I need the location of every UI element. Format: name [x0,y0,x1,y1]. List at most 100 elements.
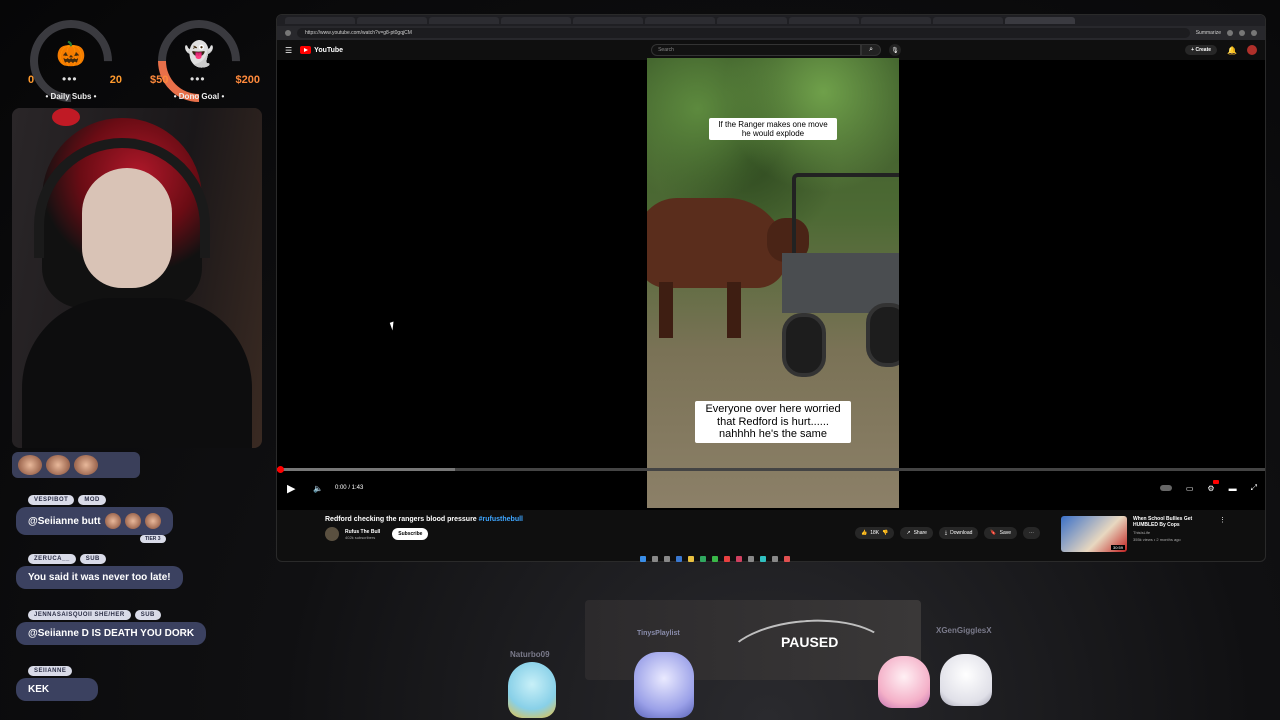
recommended-thumbnail[interactable]: 30:59 [1061,516,1127,552]
app-icon[interactable] [772,556,778,562]
bull [647,198,809,338]
role-tag: SUB [134,610,161,620]
play-icon[interactable]: ▶ [287,482,301,495]
player-controls: ▶ 🔈 0:00 / 1:43 ▭ ⚙ ▬ ⤢ [277,478,1265,498]
subtitles-icon[interactable]: ▭ [1186,484,1194,493]
hashtag-link[interactable]: #rufusthebull [479,516,523,523]
fullscreen-icon[interactable]: ⤢ [1251,483,1257,493]
recommended-title[interactable]: When School Bullies Get HUMBLED By Cops [1133,516,1213,528]
autoplay-toggle[interactable] [1159,485,1172,491]
knight-mascot-icon [634,652,694,718]
stream-overlay: 🎃 0 ••• 20 • Daily Subs • 👻 $50 ••• $200… [0,0,1280,720]
chat-text: @Seiianne D IS DEATH YOU DORK [28,628,195,639]
like-button[interactable]: 👍 18K 👎 [855,527,895,539]
download-button[interactable]: ⤓ Download [938,527,979,539]
browser-tab[interactable] [357,17,427,24]
viewer-name: Naturbo09 [510,650,550,659]
bookmark-icon: 🔖 [990,530,997,536]
streamer-body [22,298,252,448]
tab-strip [277,15,1265,26]
chat-text: KEK [28,684,50,695]
search-icon[interactable]: ⌕ [861,44,882,56]
browser-tab[interactable] [645,17,715,24]
chat-text: @Seiianne butt [28,515,101,527]
app-icon[interactable] [700,556,706,562]
browser-tab[interactable] [789,17,859,24]
app-icon[interactable] [784,556,790,562]
browser-tab[interactable] [933,17,1003,24]
address-bar: https://www.youtube.com/watch?v=g8-pt0gq… [277,26,1265,40]
kebab-menu-icon[interactable]: ⋮ [1219,516,1226,552]
goal-max: $200 [235,74,260,86]
extension-icon[interactable] [1227,30,1233,36]
folder-icon[interactable] [688,556,694,562]
extension-icon[interactable] [1239,30,1245,36]
hamburger-menu-icon[interactable]: ☰ [285,46,292,55]
hd-badge [1212,479,1219,484]
app-icon[interactable] [748,556,754,562]
start-icon[interactable] [640,556,646,562]
goal-label: • Dono Goal • [173,92,225,101]
profile-icon[interactable] [1251,30,1257,36]
share-button[interactable]: ↗ Share [900,527,933,539]
viewer-name: XGenGigglesX [936,626,992,635]
taskview-icon[interactable] [664,556,670,562]
video-actions: 👍 18K 👎 ↗ Share ⤓ Download 🔖 Save ⋯ [855,527,1041,539]
emote-icon [104,513,121,529]
browser-tab[interactable] [501,17,571,24]
subscribe-button[interactable]: Subscribe [392,528,429,540]
search-input[interactable]: Search [651,44,862,56]
microphone-icon[interactable]: 🎙 [889,44,902,56]
app-icon[interactable] [724,556,730,562]
app-icon[interactable] [676,556,682,562]
emote-icon [124,513,141,529]
progress-bar[interactable] [277,466,1265,473]
recommended-video[interactable]: 30:59 When School Bullies Get HUMBLED By… [1061,516,1226,552]
save-button[interactable]: 🔖 Save [984,527,1018,539]
url-field[interactable]: https://www.youtube.com/watch?v=g8-pt0gq… [297,28,1190,38]
pumpkin-icon: 🎃 [56,41,86,68]
avatar[interactable] [1247,45,1257,55]
video-player[interactable]: If the Ranger makes one move he would ex… [277,58,1265,510]
channel-subs: 402k subscribers [345,534,376,540]
bell-icon[interactable]: 🔔 [1227,46,1237,55]
settings-icon[interactable]: ⚙ [1207,479,1219,493]
app-icon[interactable] [760,556,766,562]
app-icon[interactable] [736,556,742,562]
video-duration: 30:59 [1110,545,1125,550]
youtube-logo[interactable]: YouTube [300,46,343,54]
share-icon: ↗ [906,530,911,536]
channel-name[interactable]: Rufus The Bull [345,529,380,535]
ghost-icon: 👻 [184,41,214,68]
video-caption-top: If the Ranger makes one move he would ex… [709,118,837,141]
back-icon[interactable] [285,30,291,36]
theater-mode-icon[interactable]: ▬ [1229,484,1237,493]
chat-bubble: @Seiianne butt [16,507,173,535]
video-frame[interactable]: If the Ranger makes one move he would ex… [647,58,899,508]
more-options-button[interactable]: ⋯ [1023,527,1041,539]
youtube-header: ☰ YouTube Search ⌕ 🎙 + Create 🔔 [277,40,1265,60]
browser-tab[interactable] [573,17,643,24]
browser-tab-active[interactable] [1005,17,1075,24]
browser-tab[interactable] [429,17,499,24]
browser-tab[interactable] [861,17,931,24]
browser-tab[interactable] [285,17,355,24]
chat-message: JENNASAISQUOII SHE/HER SUB @Seiianne D I… [16,610,207,645]
channel-avatar[interactable] [325,527,339,541]
video-meta: Redford checking the rangers blood press… [277,510,1265,560]
goal-dots: ••• [62,72,78,86]
red-bow [52,108,80,126]
summarize-button[interactable]: Summarize [1196,30,1221,36]
chat-bubble: @Seiianne D IS DEATH YOU DORK [16,622,207,645]
daily-subs-goal: 🎃 0 ••• 20 • Daily Subs • [13,3,129,119]
thumbs-down-icon[interactable]: 👎 [882,530,888,536]
create-button[interactable]: + Create [1185,45,1218,55]
volume-icon[interactable]: 🔈 [313,484,323,493]
scrubber-handle[interactable] [277,466,284,473]
dono-goal: 👻 $50 ••• $200 • Dono Goal • [141,3,260,119]
app-icon[interactable] [712,556,718,562]
recommended-meta: 355k views • 2 months ago [1133,537,1181,542]
browser-tab[interactable] [717,17,787,24]
video-caption-bottom: Everyone over here worried that Redford … [695,401,851,443]
search-icon[interactable] [652,556,658,562]
